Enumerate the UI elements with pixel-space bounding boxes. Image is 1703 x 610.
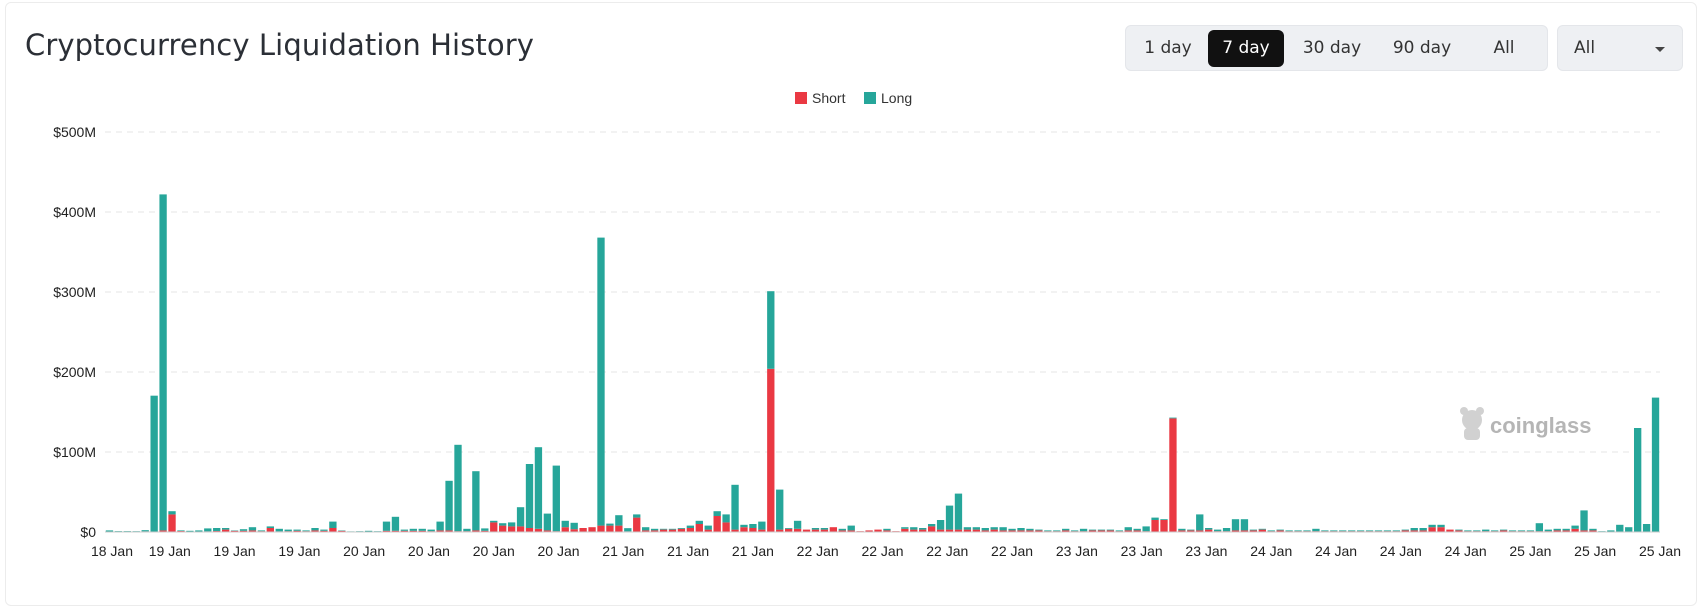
range-30-day-button[interactable]: 30 day <box>1288 30 1376 67</box>
range-7-day-button[interactable]: 7 day <box>1208 30 1284 67</box>
coin-select-dropdown[interactable]: All <box>1557 25 1683 71</box>
page-title: Cryptocurrency Liquidation History <box>25 28 535 62</box>
range-all-button[interactable]: All <box>1468 30 1540 67</box>
range-1-day-button[interactable]: 1 day <box>1130 30 1206 67</box>
time-range-selector: 1 day 7 day 30 day 90 day All <box>1125 25 1548 71</box>
range-90-day-button[interactable]: 90 day <box>1378 30 1466 67</box>
coin-select-value: All <box>1574 38 1596 58</box>
chevron-down-icon <box>1655 47 1665 52</box>
chart-card <box>5 2 1697 606</box>
